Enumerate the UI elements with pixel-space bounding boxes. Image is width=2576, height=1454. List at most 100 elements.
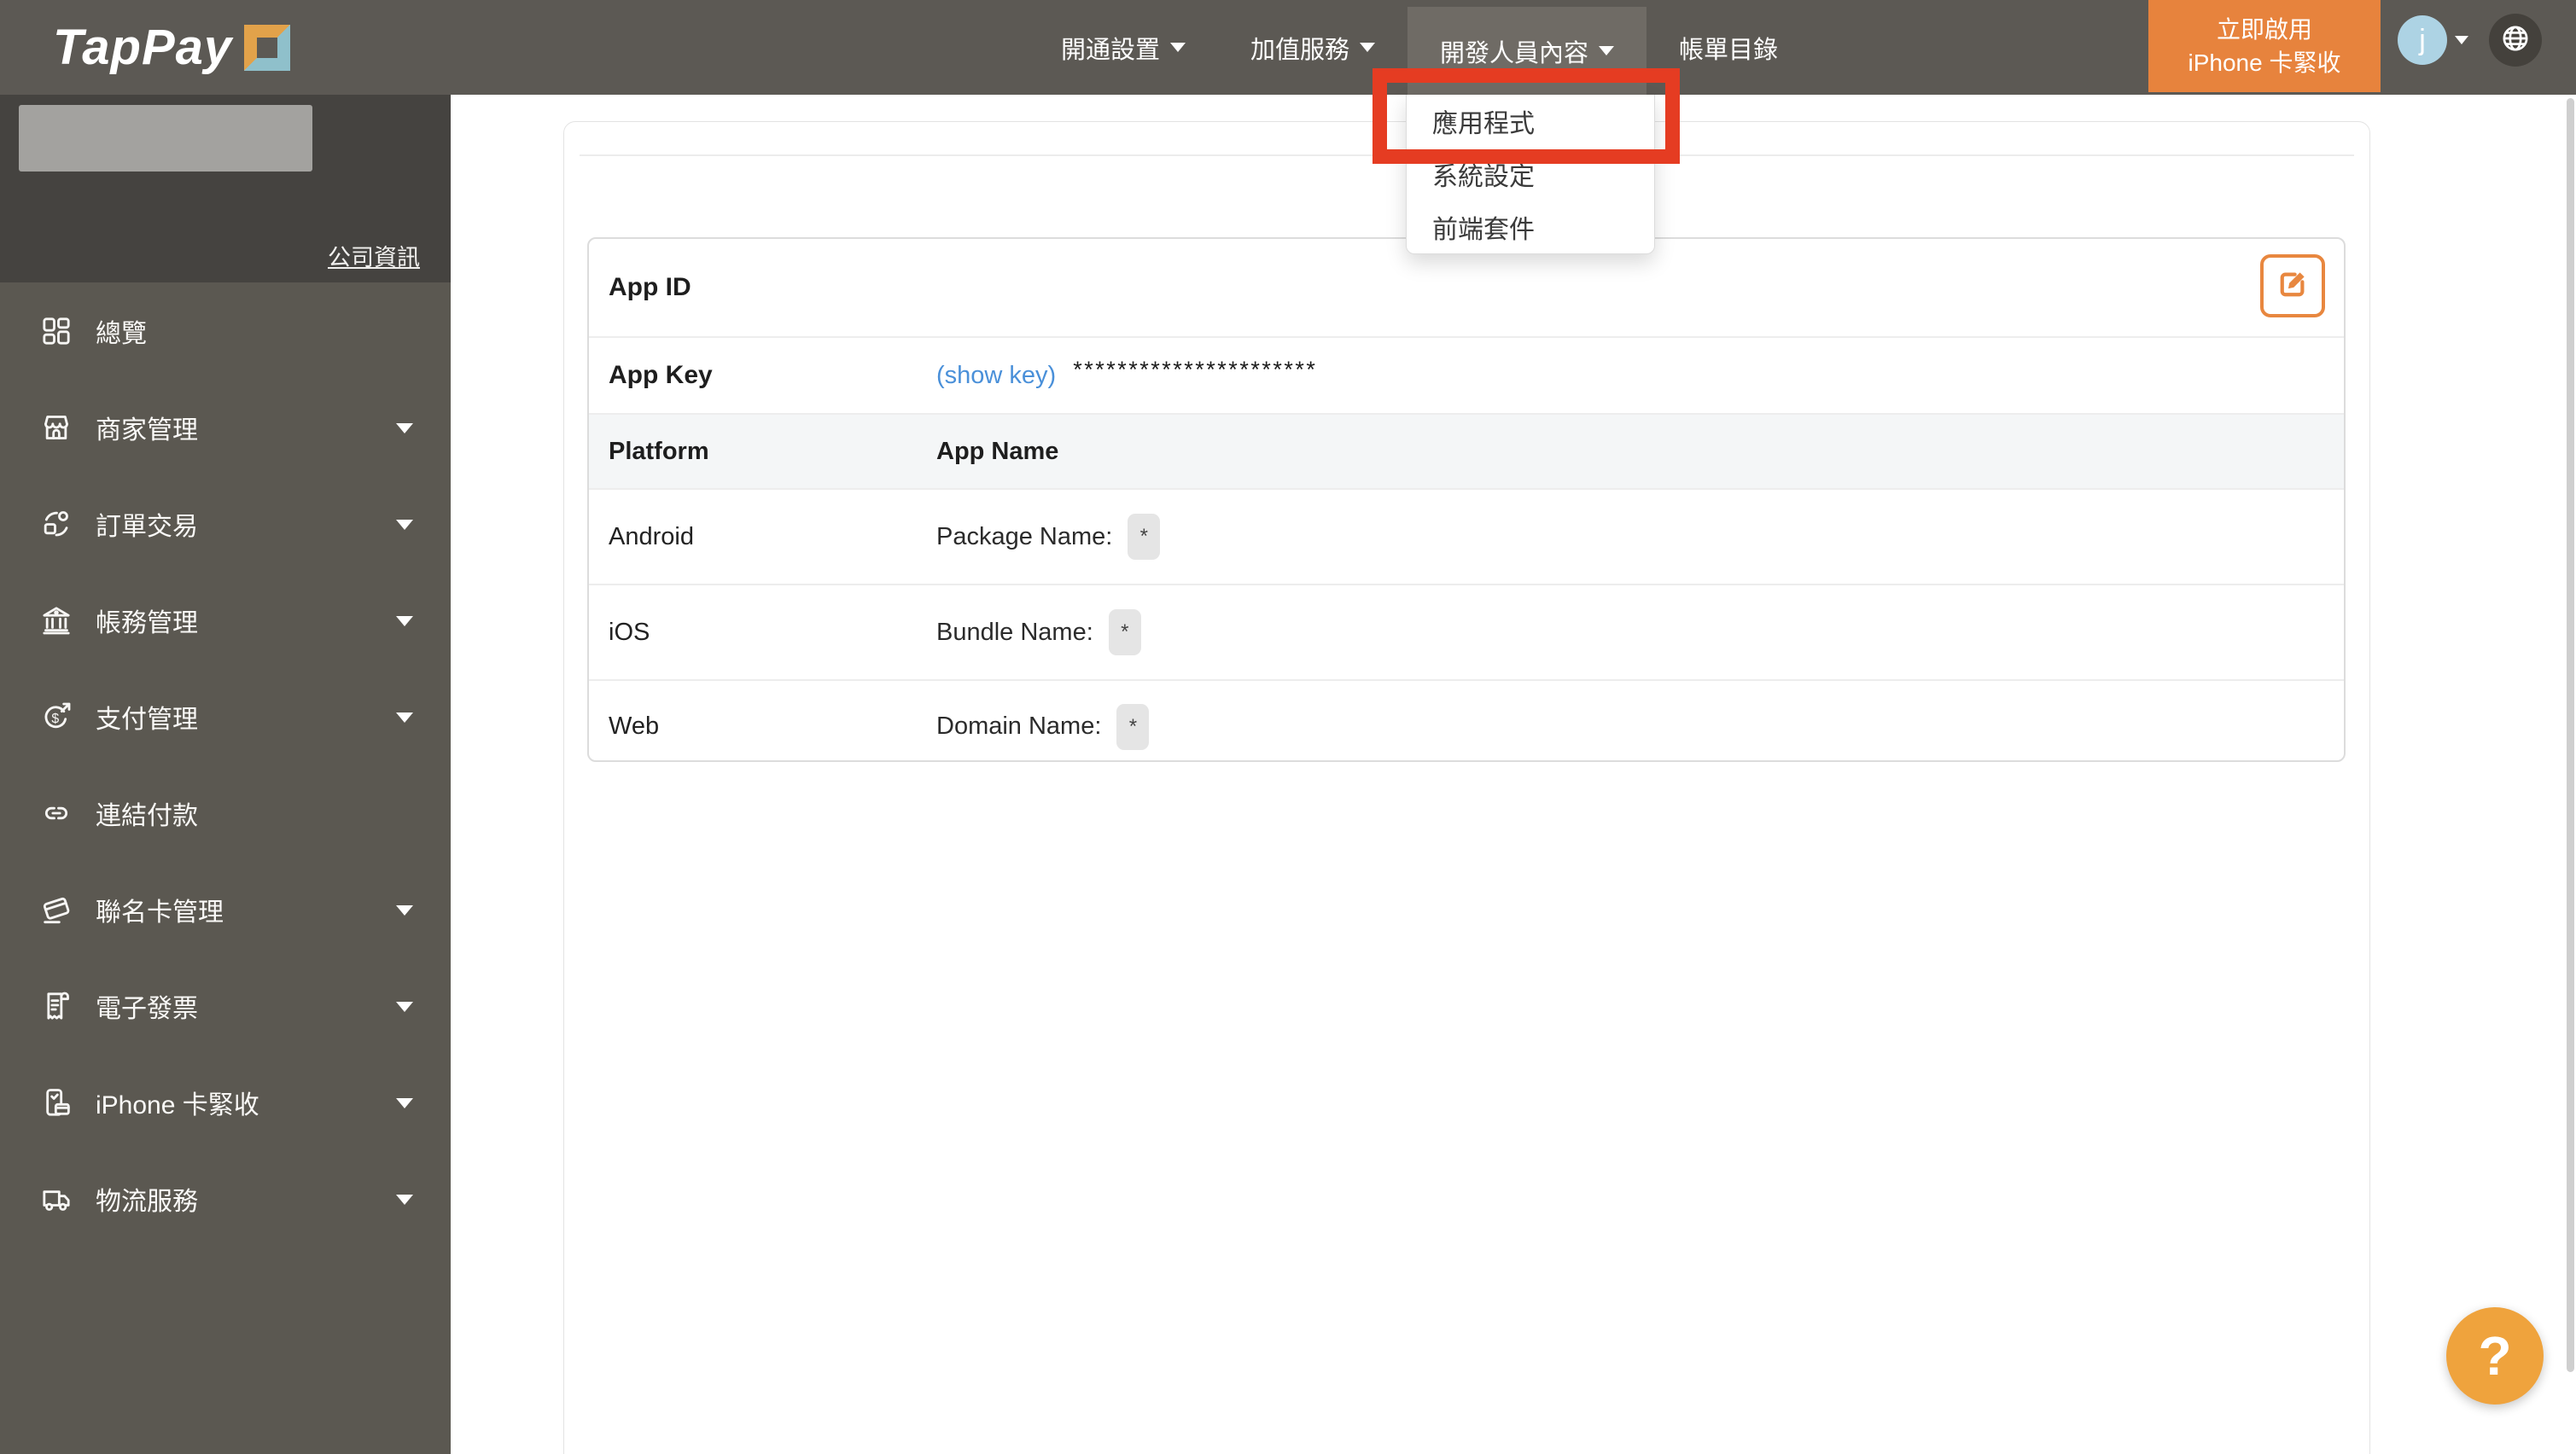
sidebar-item-merchant-management[interactable]: 商家管理	[0, 379, 451, 475]
user-avatar[interactable]: j	[2398, 15, 2447, 65]
payment-cycle-icon: $	[39, 700, 73, 734]
chevron-down-icon	[396, 519, 413, 530]
chevron-down-icon	[396, 1194, 413, 1205]
chevron-down-icon	[396, 1001, 413, 1012]
activate-iphone-tap-to-pay-button[interactable]: 立即啟用 iPhone 卡緊收	[2148, 0, 2381, 92]
top-nav-menu: 開通設置 加值服務 開發人員內容 帳單目錄	[1029, 0, 1810, 95]
developer-content-dropdown: 應用程式 系統設定 前端套件	[1406, 95, 1655, 254]
chevron-down-icon	[396, 422, 413, 433]
platform-cell: iOS	[609, 618, 650, 646]
chevron-down-icon	[396, 615, 413, 626]
sidebar-item-logistics-services[interactable]: 物流服務	[0, 1150, 451, 1247]
nav-item-billing-directory[interactable]: 帳單目錄	[1646, 0, 1810, 95]
top-nav-bar: TapPay 開通設置 加值服務 開發人員內容 帳單目錄 立即啟用 iPhone…	[0, 0, 2576, 95]
table-row-web: Web Domain Name: *	[589, 679, 2344, 760]
nav-item-value-added-services[interactable]: 加值服務	[1218, 0, 1407, 95]
field-label: Bundle Name:	[936, 618, 1093, 646]
truck-icon	[39, 1182, 73, 1216]
order-sync-icon	[39, 507, 73, 541]
tappay-portal: TapPay 開通設置 加值服務 開發人員內容 帳單目錄 立即啟用 iPhone…	[0, 0, 2576, 1454]
sidebar-item-payment-links[interactable]: 連結付款	[0, 765, 451, 861]
avatar-chevron-down-icon[interactable]	[2455, 36, 2468, 44]
company-info-link[interactable]: 公司資訊	[328, 239, 420, 272]
app-id-label: App ID	[609, 273, 691, 301]
app-name-column-header: App Name	[936, 437, 1059, 465]
show-key-link[interactable]: (show key)	[936, 362, 1056, 390]
edit-app-button[interactable]	[2260, 254, 2325, 317]
content-panel: App ID App Key (show key) **************…	[563, 121, 2370, 1454]
vertical-scrollbar[interactable]	[2567, 98, 2574, 1372]
table-row-ios: iOS Bundle Name: *	[589, 584, 2344, 679]
sidebar-company-header: 公司資訊	[0, 95, 451, 282]
cta-line2: iPhone 卡緊收	[2188, 49, 2341, 76]
dropdown-item-label: 系統設定	[1432, 163, 1535, 191]
logo-text: TapPay	[53, 20, 233, 75]
field-label: Domain Name:	[936, 712, 1102, 740]
sidebar: 公司資訊 總覽 商家管理 訂單交易 帳務管理 $ 支付管理 連結付款 聯名卡管理…	[0, 95, 451, 1454]
sidebar-item-label: 支付管理	[96, 705, 198, 734]
platform-column-header: Platform	[609, 437, 709, 465]
app-key-label: App Key	[609, 361, 713, 389]
nav-item-label: 帳單目錄	[1679, 36, 1779, 64]
sidebar-item-iphone-tap-to-pay[interactable]: iPhone 卡緊收	[0, 1054, 451, 1150]
nav-item-activation-settings[interactable]: 開通設置	[1029, 0, 1218, 95]
language-globe-button[interactable]	[2489, 14, 2542, 67]
sidebar-item-label: 帳務管理	[96, 608, 198, 637]
credit-card-icon	[39, 893, 73, 927]
dropdown-item-applications[interactable]: 應用程式	[1407, 95, 1654, 148]
chevron-down-icon	[1599, 46, 1615, 55]
dropdown-item-label: 前端套件	[1432, 216, 1535, 244]
globe-icon	[2499, 22, 2532, 59]
chevron-down-icon	[1170, 43, 1186, 52]
sidebar-menu: 總覽 商家管理 訂單交易 帳務管理 $ 支付管理 連結付款 聯名卡管理 電子發票…	[0, 282, 451, 1247]
nav-item-developer-content[interactable]: 開發人員內容	[1407, 7, 1647, 95]
chevron-down-icon	[396, 1097, 413, 1108]
platform-table-header: Platform App Name	[589, 413, 2344, 488]
bank-icon	[39, 603, 73, 637]
sidebar-item-label: iPhone 卡緊收	[96, 1090, 259, 1120]
edit-pencil-icon	[2275, 266, 2311, 306]
link-icon	[39, 796, 73, 830]
field-label: Package Name:	[936, 522, 1113, 550]
app-settings-card: App ID App Key (show key) **************…	[587, 237, 2346, 762]
storefront-icon	[39, 410, 73, 445]
masked-app-key: **********************	[1073, 356, 1318, 382]
dropdown-item-frontend-kit[interactable]: 前端套件	[1407, 201, 1654, 253]
sidebar-item-label: 連結付款	[96, 801, 198, 830]
sidebar-item-order-transactions[interactable]: 訂單交易	[0, 475, 451, 572]
required-asterisk-badge: *	[1128, 514, 1161, 560]
sidebar-item-payment-management[interactable]: $ 支付管理	[0, 668, 451, 765]
required-asterisk-badge: *	[1108, 609, 1141, 655]
receipt-icon	[39, 989, 73, 1023]
help-button[interactable]: ?	[2446, 1307, 2544, 1405]
sidebar-item-label: 訂單交易	[96, 512, 198, 541]
sidebar-item-account-management[interactable]: 帳務管理	[0, 572, 451, 668]
sidebar-item-label: 電子發票	[96, 994, 198, 1023]
dropdown-item-system-settings[interactable]: 系統設定	[1407, 148, 1654, 201]
question-mark-icon: ?	[2478, 1325, 2512, 1387]
nav-item-label: 開通設置	[1061, 36, 1161, 64]
sidebar-item-e-invoice[interactable]: 電子發票	[0, 957, 451, 1054]
tappay-logo[interactable]: TapPay	[53, 0, 291, 95]
sidebar-item-cobranded-card-management[interactable]: 聯名卡管理	[0, 861, 451, 957]
table-row-android: Android Package Name: *	[589, 488, 2344, 584]
phone-card-icon	[39, 1085, 73, 1120]
chevron-down-icon	[1360, 43, 1376, 52]
required-asterisk-badge: *	[1116, 703, 1150, 750]
tappay-logo-icon	[244, 24, 291, 71]
svg-text:$: $	[51, 712, 59, 726]
nav-item-label: 加值服務	[1250, 36, 1350, 64]
dropdown-item-label: 應用程式	[1432, 110, 1535, 138]
platform-cell: Android	[609, 522, 694, 550]
platform-cell: Web	[609, 712, 660, 740]
sidebar-item-label: 物流服務	[96, 1187, 198, 1216]
sidebar-item-label: 聯名卡管理	[96, 898, 224, 927]
avatar-initial: j	[2419, 23, 2426, 56]
cta-line1: 立即啟用	[2216, 16, 2312, 43]
chevron-down-icon	[396, 712, 413, 723]
app-key-row: App Key (show key) *********************…	[589, 336, 2344, 413]
grid-icon	[39, 314, 73, 348]
sidebar-item-overview[interactable]: 總覽	[0, 282, 451, 379]
sidebar-item-label: 總覽	[96, 319, 147, 348]
nav-item-label: 開發人員內容	[1440, 39, 1589, 67]
